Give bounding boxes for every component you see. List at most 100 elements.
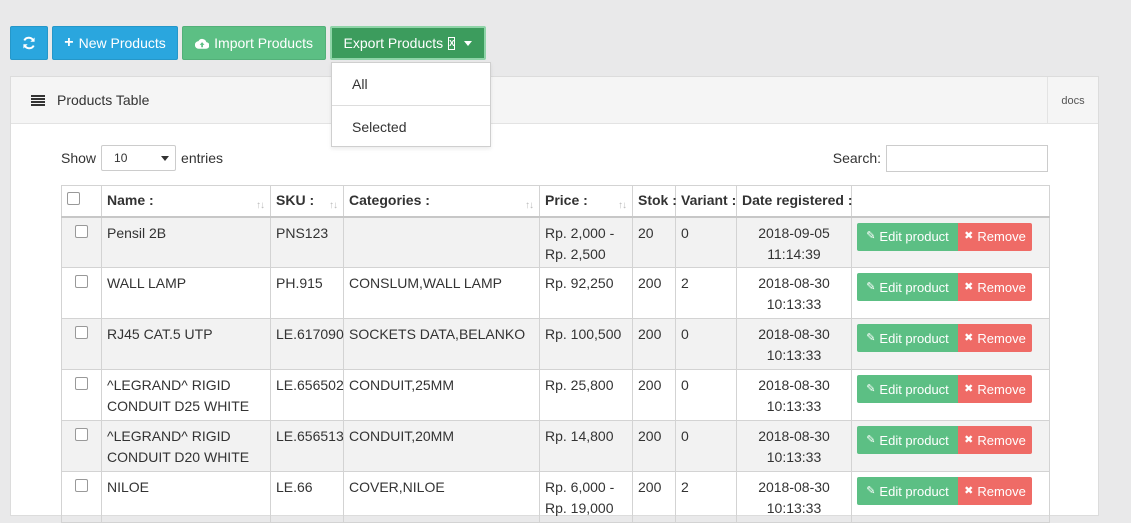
export-selected-item[interactable]: Selected: [332, 106, 490, 148]
import-products-button[interactable]: Import Products: [182, 26, 326, 60]
table-row: ^LEGRAND^ RIGID CONDUIT D25 WHITE LE.6565…: [61, 369, 1050, 421]
sort-icon: ↑↓: [525, 200, 534, 211]
refresh-button[interactable]: [10, 26, 48, 60]
date-value: 2018-08-30: [758, 326, 830, 342]
row-checkbox[interactable]: [75, 224, 88, 238]
table-row: ^LEGRAND^ RIGID CONDUIT D20 WHITE LE.6565…: [61, 420, 1050, 472]
date-value: 2018-08-30: [758, 275, 830, 291]
cell-variant: 2: [675, 471, 737, 523]
row-select-cell: [61, 318, 102, 370]
remove-label: Remove: [977, 330, 1026, 346]
cell-stok: 200: [632, 369, 676, 421]
row-checkbox[interactable]: [75, 275, 88, 288]
cell-categories: COVER,NILOE: [343, 471, 540, 523]
remove-button[interactable]: ✖ Remove: [958, 426, 1032, 454]
row-checkbox[interactable]: [75, 377, 88, 390]
header-price[interactable]: Price : ↑↓: [539, 185, 633, 218]
cell-categories: CONDUIT,20MM: [343, 420, 540, 472]
export-products-button[interactable]: Export Products X: [330, 26, 486, 60]
edit-label: Edit product: [879, 279, 949, 295]
new-products-button[interactable]: + New Products: [52, 26, 178, 60]
edit-label: Edit product: [879, 330, 949, 346]
remove-button[interactable]: ✖ Remove: [958, 477, 1032, 505]
cell-name: ^LEGRAND^ RIGID CONDUIT D25 WHITE: [101, 369, 271, 421]
cell-sku: LE.617090: [270, 318, 344, 370]
close-icon: ✖: [964, 433, 974, 446]
edit-icon: ✎: [866, 382, 876, 395]
close-icon: ✖: [964, 484, 974, 497]
table-controls: Show 10 entries Search:: [61, 144, 1048, 172]
header-label: Date registered :: [742, 192, 853, 209]
header-sku[interactable]: SKU : ↑↓: [270, 185, 344, 218]
entries-select-value: 10: [114, 151, 128, 165]
cell-sku: LE.66: [270, 471, 344, 523]
time-value: 10:13:33: [766, 347, 822, 363]
row-checkbox[interactable]: [75, 326, 88, 339]
panel-header: Products Table docs: [11, 77, 1098, 124]
remove-button[interactable]: ✖ Remove: [958, 273, 1032, 301]
header-variant: Variant :: [675, 185, 737, 218]
toolbar: + New Products Import Products Export Pr…: [10, 26, 486, 60]
cell-price: Rp. 6,000 - Rp. 19,000: [539, 471, 633, 523]
remove-button[interactable]: ✖ Remove: [958, 324, 1032, 352]
search-input[interactable]: [886, 144, 1048, 172]
remove-label: Remove: [977, 279, 1026, 295]
cell-actions: ✎ Edit product ✖ Remove: [851, 318, 1050, 370]
remove-button[interactable]: ✖ Remove: [958, 222, 1032, 251]
edit-product-button[interactable]: ✎ Edit product: [857, 477, 958, 505]
time-value: 10:13:33: [766, 296, 822, 312]
edit-product-button[interactable]: ✎ Edit product: [857, 324, 958, 352]
docs-link[interactable]: docs: [1047, 77, 1098, 124]
time-value: 10:13:33: [766, 449, 822, 465]
header-name[interactable]: Name : ↑↓: [101, 185, 271, 218]
edit-icon: ✎: [866, 433, 876, 446]
new-products-label: New Products: [78, 35, 166, 51]
row-select-cell: [61, 471, 102, 523]
edit-icon: ✎: [866, 230, 876, 242]
select-all-header: [61, 185, 102, 218]
sort-icon: ↑↓: [256, 200, 265, 211]
remove-label: Remove: [977, 432, 1026, 448]
header-categories[interactable]: Categories : ↑↓: [343, 185, 540, 218]
sort-icon: ↑↓: [618, 200, 627, 211]
products-table: Name : ↑↓ SKU : ↑↓ Categories : ↑↓ Price : ↑…: [61, 185, 1050, 523]
remove-label: Remove: [977, 381, 1026, 397]
edit-label: Edit product: [879, 381, 949, 397]
remove-button[interactable]: ✖ Remove: [958, 375, 1032, 403]
cell-date: 2018-08-30 10:13:33: [736, 267, 852, 319]
cell-stok: 200: [632, 471, 676, 523]
cell-name: Pensil 2B: [101, 216, 271, 268]
table-row: WALL LAMP PH.915 CONSLUM,WALL LAMP Rp. 92,2…: [61, 267, 1050, 319]
row-checkbox[interactable]: [75, 428, 88, 441]
cell-sku: LE.656502: [270, 369, 344, 421]
select-all-checkbox[interactable]: [67, 192, 80, 206]
edit-product-button[interactable]: ✎ Edit product: [857, 273, 958, 301]
plus-icon: +: [64, 34, 74, 51]
cell-stok: 20: [632, 216, 676, 268]
cell-categories: CONDUIT,25MM: [343, 369, 540, 421]
time-value: 10:13:33: [766, 398, 822, 414]
search-control: Search:: [833, 144, 1048, 172]
date-value: 2018-09-05: [758, 224, 830, 241]
search-label: Search:: [832, 150, 881, 166]
time-value: 11:14:39: [767, 245, 821, 262]
list-icon: [31, 94, 45, 106]
edit-product-button[interactable]: ✎ Edit product: [857, 426, 958, 454]
edit-product-button[interactable]: ✎ Edit product: [857, 222, 958, 251]
cell-sku: LE.656513: [270, 420, 344, 472]
cell-date: 2018-08-30 10:13:33: [736, 420, 852, 472]
row-checkbox[interactable]: [75, 479, 88, 492]
time-value: 10:13:33: [766, 500, 822, 516]
edit-icon: ✎: [866, 484, 876, 497]
cell-price: Rp. 92,250: [539, 267, 633, 319]
edit-label: Edit product: [879, 432, 949, 448]
export-all-item[interactable]: All: [332, 63, 490, 105]
excel-file-icon: X: [448, 36, 456, 50]
header-label: Stok :: [638, 192, 677, 209]
cell-variant: 0: [675, 369, 737, 421]
edit-product-button[interactable]: ✎ Edit product: [857, 375, 958, 403]
entries-select[interactable]: 10: [101, 145, 177, 171]
cell-date: 2018-08-30 10:13:33: [736, 369, 852, 421]
cell-sku: PNS123: [270, 216, 344, 268]
table-row: RJ45 CAT.5 UTP LE.617090 SOCKETS DATA,BELA…: [61, 318, 1050, 370]
